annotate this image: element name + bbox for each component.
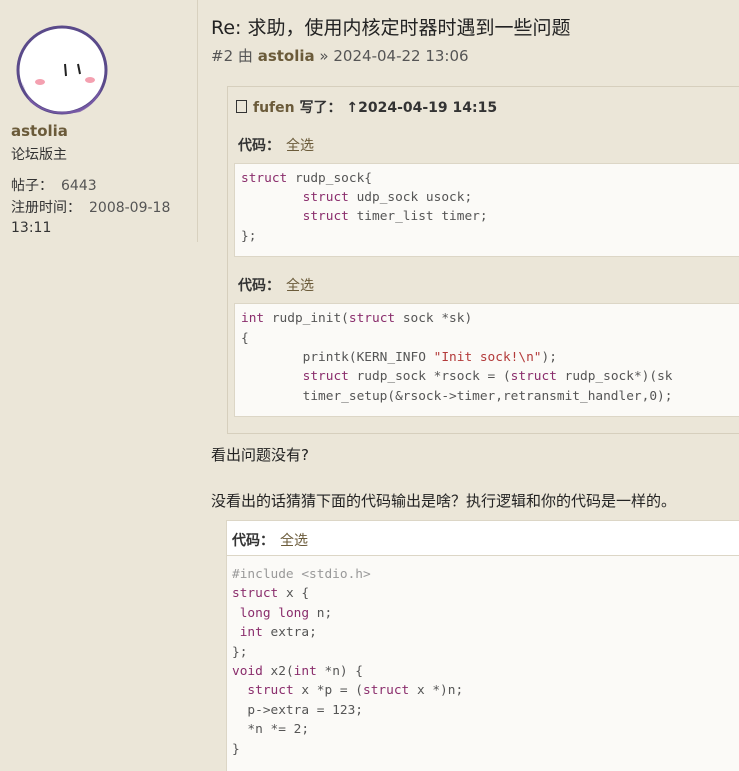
post-number[interactable]: #2 bbox=[211, 47, 233, 65]
select-all-button[interactable]: 全选 bbox=[286, 278, 314, 294]
user-profile: astolia 论坛版主 帖子： 6443 注册时间： 2008-09-18 13:… bbox=[0, 0, 198, 250]
code-header-2: 代码： 全选 bbox=[238, 275, 314, 295]
posts-label: 帖子： bbox=[11, 178, 53, 194]
code-line: p->extra = 123; bbox=[232, 703, 363, 718]
code-line: } bbox=[232, 742, 240, 757]
code-line: int rudp_init(struct sock *sk) bbox=[241, 311, 473, 326]
code-line: struct udp_sock usock; bbox=[302, 190, 473, 205]
reg-time: 13:11 bbox=[11, 220, 52, 236]
post-author[interactable]: astolia bbox=[258, 47, 315, 65]
quote-square-icon bbox=[236, 100, 247, 113]
post-text-1: 看出问题没有? bbox=[211, 446, 309, 464]
code-label: 代码： bbox=[238, 278, 280, 294]
code-line: struct timer_list timer; bbox=[302, 209, 488, 224]
code-line: }; bbox=[232, 645, 248, 660]
reg-date: 2008-09-18 bbox=[89, 200, 171, 216]
quote-block: fufen 写了： ↑2024-04-19 14:15 代码： 全选 struct… bbox=[227, 86, 739, 434]
quote-header: fufen 写了： ↑2024-04-19 14:15 bbox=[236, 97, 497, 117]
post-meta: #2 由 astolia » 2024-04-22 13:06 bbox=[211, 45, 469, 66]
quote-datetime: 2024-04-19 14:15 bbox=[358, 100, 498, 116]
code-header-label: 代码： 全选 bbox=[232, 530, 308, 550]
code-label: 代码： bbox=[232, 533, 274, 549]
code-line: struct rudp_sock{ bbox=[241, 171, 372, 186]
code-line: }; bbox=[241, 229, 257, 244]
code-line: timer_setup(&rsock->timer,retransmit_han… bbox=[241, 389, 673, 404]
code-line: struct x *p = (struct x *)n; bbox=[247, 683, 464, 698]
user-registered: 注册时间： 2008-09-18 bbox=[11, 198, 170, 218]
code-header-1: 代码： 全选 bbox=[238, 135, 314, 155]
post-datetime: 2024-04-22 13:06 bbox=[333, 47, 469, 65]
post-sep: » bbox=[319, 47, 329, 65]
code-line: printk(KERN_INFO "Init sock!\n"); bbox=[241, 350, 557, 365]
post-title[interactable]: Re: 求助，使用内核定时器时遇到一些问题 bbox=[211, 13, 570, 40]
code-line: void x2(int *n) { bbox=[232, 664, 364, 679]
code-line: *n *= 2; bbox=[232, 722, 310, 737]
column-divider bbox=[197, 0, 198, 242]
code-line: #include <stdio.h> bbox=[232, 567, 371, 582]
user-rank: 论坛版主 bbox=[11, 147, 67, 163]
quote-author[interactable]: fufen bbox=[253, 100, 295, 116]
code-box-1: struct rudp_sock{ struct udp_sock usock;… bbox=[234, 163, 739, 257]
user-posts: 帖子： 6443 bbox=[11, 176, 97, 196]
code-line: int extra; bbox=[239, 625, 317, 640]
select-all-button[interactable]: 全选 bbox=[286, 138, 314, 154]
quote-arrow[interactable]: ↑ bbox=[346, 100, 358, 116]
post-text-2: 没看出的话猜猜下面的代码输出是啥？执行逻辑和你的代码是一样的。 bbox=[211, 492, 677, 510]
quote-wrote: 写了： bbox=[299, 100, 342, 116]
posts-value[interactable]: 6443 bbox=[61, 178, 97, 194]
post-by: 由 bbox=[237, 47, 253, 65]
code-line: struct x { bbox=[232, 586, 310, 601]
reg-label: 注册时间： bbox=[11, 200, 81, 216]
code-line: { bbox=[241, 331, 249, 346]
code-line: struct rudp_sock *rsock = (struct rudp_s… bbox=[302, 369, 673, 384]
code-line: long long n; bbox=[239, 606, 333, 621]
select-all-button[interactable]: 全选 bbox=[280, 533, 308, 549]
user-name[interactable]: astolia bbox=[11, 122, 68, 140]
code-box-2: int rudp_init(struct sock *sk) { printk(… bbox=[234, 303, 739, 417]
avatar[interactable] bbox=[10, 22, 110, 120]
code-block-3: 代码： 全选 #include <stdio.h> struct x { long… bbox=[226, 520, 739, 771]
code-label: 代码： bbox=[238, 138, 280, 154]
code-header-3: 代码： 全选 bbox=[227, 521, 739, 556]
